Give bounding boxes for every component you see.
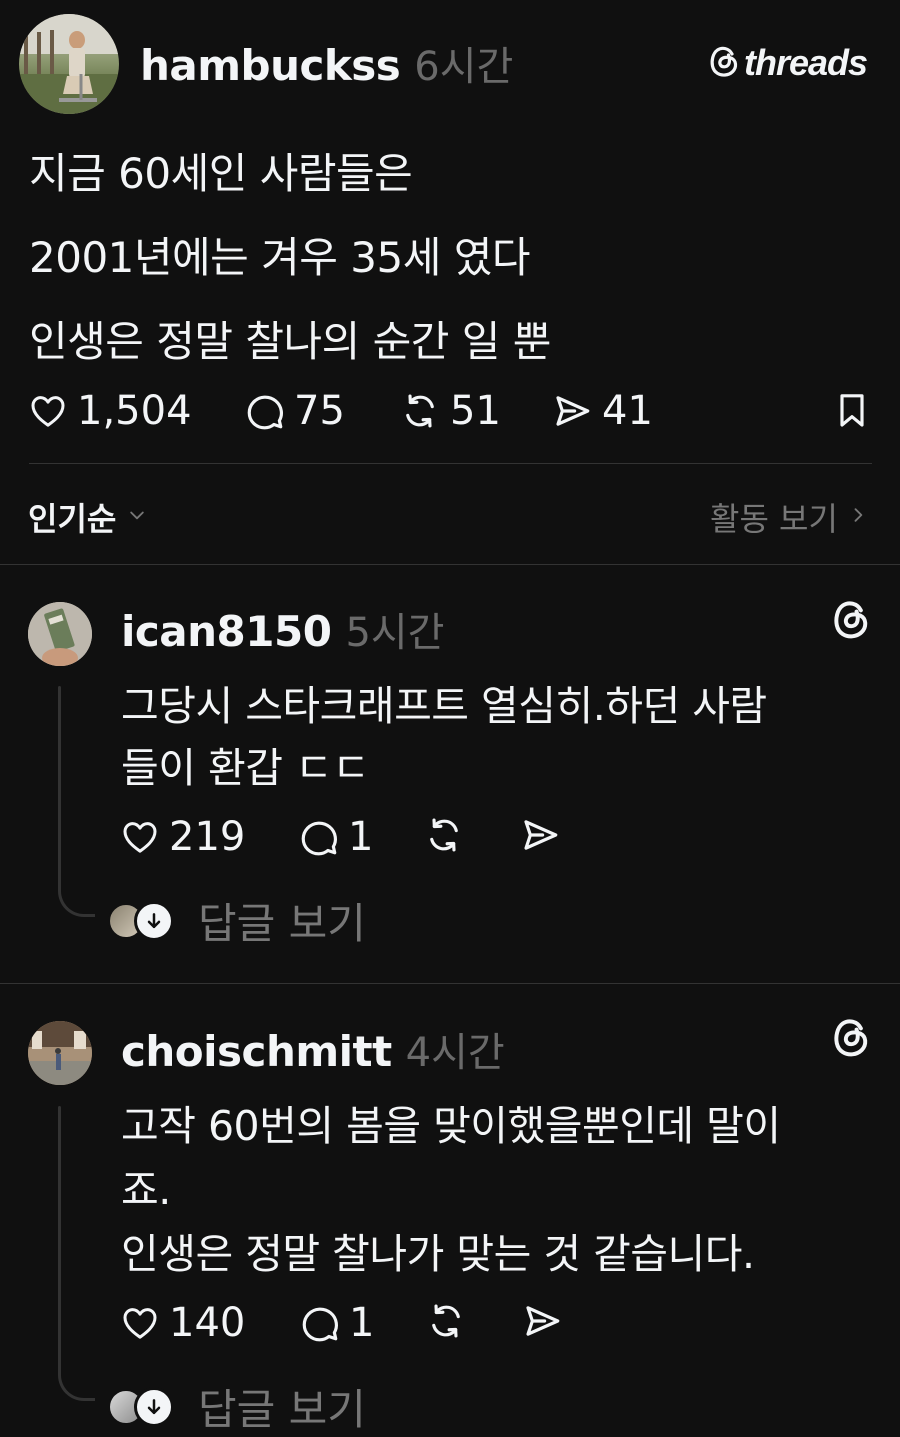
send-icon — [520, 1306, 564, 1346]
reply-2-threads-icon[interactable] — [831, 1016, 871, 1062]
repost-icon — [422, 818, 466, 860]
reply-1-thread-line — [58, 686, 61, 886]
sort-dropdown[interactable]: 인기순 — [28, 494, 150, 540]
reply-2-repost-button[interactable] — [424, 1300, 468, 1346]
reply-2-username[interactable]: choischmitt — [121, 1027, 392, 1076]
bookmark-icon — [832, 394, 872, 434]
heart-icon — [27, 391, 69, 431]
reply-2-timestamp: 4시간 — [405, 1030, 505, 1076]
post-text-line-2: 2001년에는 겨우 35세 였다 — [29, 233, 531, 282]
post-share-count: 41 — [602, 388, 653, 434]
send-icon — [550, 390, 594, 432]
reply-2-share-button[interactable] — [520, 1300, 564, 1346]
view-activity-link[interactable]: 활동 보기 — [710, 494, 868, 540]
post-author-avatar[interactable] — [19, 14, 119, 114]
post-comment-button[interactable]: 75 — [244, 388, 345, 434]
reply-1-share-button[interactable] — [518, 814, 562, 860]
post-timestamp: 6시간 — [414, 44, 514, 90]
post-repost-button[interactable]: 51 — [398, 388, 501, 434]
reply-1-username[interactable]: ican8150 — [121, 607, 332, 656]
comment-icon — [298, 816, 340, 858]
reply-1-comment-count: 1 — [348, 814, 374, 860]
avatar-photo — [19, 14, 119, 114]
chevron-right-icon — [848, 502, 868, 532]
send-icon — [518, 820, 562, 860]
comment-icon — [244, 390, 286, 432]
threads-wordmark: threads — [744, 42, 868, 83]
reply-2-thread-line — [58, 1106, 61, 1370]
chevron-down-icon — [124, 505, 150, 529]
reply-2-comment-button[interactable]: 1 — [299, 1300, 374, 1346]
reply-1-thread-curve — [58, 884, 95, 917]
reply-2-text-line-1: 고작 60번의 봄을 맞이했을뿐인데 말이 — [121, 1102, 781, 1150]
heart-icon — [119, 1303, 161, 1343]
repost-icon — [398, 390, 442, 432]
post-divider — [29, 463, 872, 464]
reply-1-comment-button[interactable]: 1 — [298, 814, 373, 860]
post-share-button[interactable]: 41 — [550, 388, 653, 434]
arrow-down-icon — [134, 1386, 174, 1427]
reply-1-repost-button[interactable] — [422, 814, 466, 860]
reply-1-avatar[interactable] — [28, 602, 92, 666]
post-like-button[interactable]: 1,504 — [27, 388, 192, 434]
post-repost-count: 51 — [450, 388, 501, 434]
reply-1-threads-icon[interactable] — [831, 598, 871, 644]
post-comment-count: 75 — [294, 388, 345, 434]
view-replies-label: 답글 보기 — [198, 899, 366, 948]
heart-icon — [119, 817, 161, 857]
avatar-photo — [28, 1021, 92, 1085]
reply-2-text-line-3: 인생은 정말 찰나가 맞는 것 같습니다. — [121, 1230, 755, 1278]
sort-label: 인기순 — [28, 500, 117, 538]
arrow-down-icon — [134, 900, 174, 941]
post-like-count: 1,504 — [77, 388, 192, 434]
section-divider — [0, 564, 900, 565]
reply-divider — [0, 983, 900, 984]
repost-icon — [424, 1304, 468, 1346]
post-text-line-3: 인생은 정말 찰나의 순간 일 뿐 — [29, 317, 551, 366]
reply-2-thread-curve — [58, 1368, 95, 1401]
reply-2-like-count: 140 — [169, 1300, 246, 1346]
reply-1-text-line-2: 들이 환갑 ㄷㄷ — [121, 744, 370, 792]
post-text-line-1: 지금 60세인 사람들은 — [29, 149, 413, 198]
reply-1-timestamp: 5시간 — [345, 610, 445, 656]
threads-logo: threads — [708, 42, 868, 84]
reply-1-like-button[interactable]: 219 — [119, 814, 245, 860]
threads-logo-icon — [708, 44, 740, 82]
view-activity-label: 활동 보기 — [710, 500, 838, 538]
post-username[interactable]: hambuckss — [140, 41, 401, 90]
comment-icon — [299, 1302, 341, 1344]
reply-1-like-count: 219 — [169, 814, 246, 860]
reply-1-view-replies[interactable]: 답글 보기 — [108, 890, 366, 951]
bookmark-button[interactable] — [832, 390, 872, 434]
reply-2-text-line-2: 죠. — [121, 1166, 171, 1214]
reply-2-avatar[interactable] — [28, 1021, 92, 1085]
reply-2-like-button[interactable]: 140 — [119, 1300, 245, 1346]
avatar-photo — [28, 602, 92, 666]
reply-2-comment-count: 1 — [349, 1300, 375, 1346]
reply-1-text-line-1: 그당시 스타크래프트 열심히.하던 사람 — [121, 682, 767, 730]
